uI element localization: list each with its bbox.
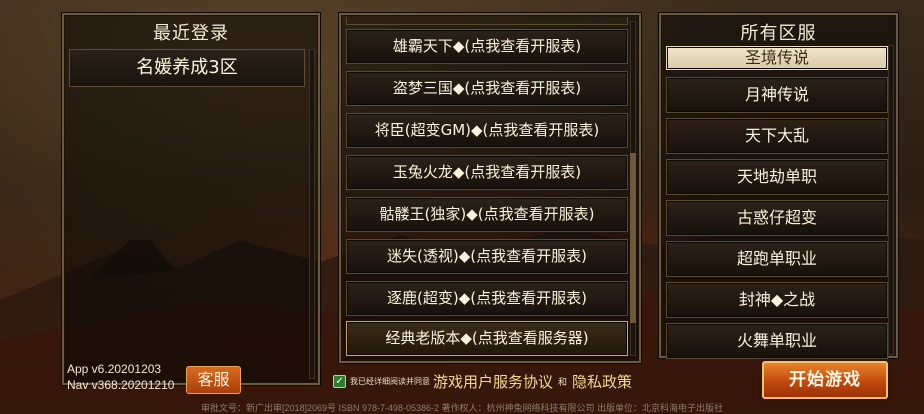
- agreement-and: 和: [558, 377, 568, 388]
- server-group-item[interactable]: 逐鹿(超变)◆(点我查看开服表): [346, 281, 628, 316]
- agreement-row: ✓ 我已经详细阅读并同意 游戏用户服务协议 和 隐私政策: [333, 370, 635, 392]
- server-group-item-partial[interactable]: [346, 17, 628, 25]
- server-group-item[interactable]: 雄霸天下◆(点我查看开服表): [346, 29, 628, 64]
- recent-login-panel: 最近登录 名媛养成3区: [62, 13, 320, 385]
- server-group-scroll-thumb[interactable]: [630, 153, 636, 323]
- server-group-item[interactable]: 骷髅王(独家)◆(点我查看开服表): [346, 197, 628, 232]
- recent-scrollbar[interactable]: [309, 49, 315, 379]
- server-group-item-selected[interactable]: 经典老版本◆(点我查看服务器): [346, 321, 628, 356]
- customer-service-button[interactable]: 客服: [186, 366, 241, 394]
- all-servers-panel: 所有区服 圣境传说 月神传说 天下大乱 天地劫单职 古惑仔超变 超跑单职业 封神…: [659, 13, 898, 359]
- server-item[interactable]: 封神◆之战: [666, 282, 888, 318]
- agreement-prefix: 我已经详细阅读并同意: [350, 376, 430, 386]
- all-servers-scrollbar[interactable]: [888, 45, 894, 355]
- server-item[interactable]: 火舞单职业: [666, 323, 888, 359]
- all-servers-title: 所有区服: [740, 23, 817, 44]
- server-item[interactable]: 古惑仔超变: [666, 200, 888, 236]
- server-item[interactable]: 天地劫单职: [666, 159, 888, 195]
- server-item-selected[interactable]: 圣境传说: [666, 46, 888, 70]
- start-game-button[interactable]: 开始游戏: [762, 361, 888, 399]
- privacy-policy-link[interactable]: 隐私政策: [572, 371, 632, 392]
- server-item[interactable]: 天下大乱: [666, 118, 888, 154]
- nav-version: Nav v368.20201210: [67, 378, 175, 392]
- user-agreement-link[interactable]: 游戏用户服务协议: [433, 371, 553, 392]
- server-group-item[interactable]: 玉兔火龙◆(点我查看开服表): [346, 155, 628, 190]
- server-group-item[interactable]: 迷失(透视)◆(点我查看开服表): [346, 239, 628, 274]
- server-item[interactable]: 月神传说: [666, 77, 888, 113]
- server-group-item[interactable]: 盗梦三国◆(点我查看开服表): [346, 71, 628, 106]
- agree-checkbox[interactable]: ✓: [333, 374, 346, 388]
- server-item[interactable]: 超跑单职业: [666, 241, 888, 277]
- app-version: App v6.20201203: [67, 362, 162, 376]
- server-group-item[interactable]: 将臣(超变GM)◆(点我查看开服表): [346, 113, 628, 148]
- recent-login-title: 最近登录: [153, 23, 229, 44]
- recent-server-item[interactable]: 名媛养成3区: [69, 49, 305, 87]
- copyright-footer: 审批文号：新广出审[2018]2069号 ISBN 978-7-498-0538…: [200, 403, 724, 413]
- server-group-panel: 雄霸天下◆(点我查看开服表) 盗梦三国◆(点我查看开服表) 将臣(超变GM)◆(…: [339, 13, 641, 363]
